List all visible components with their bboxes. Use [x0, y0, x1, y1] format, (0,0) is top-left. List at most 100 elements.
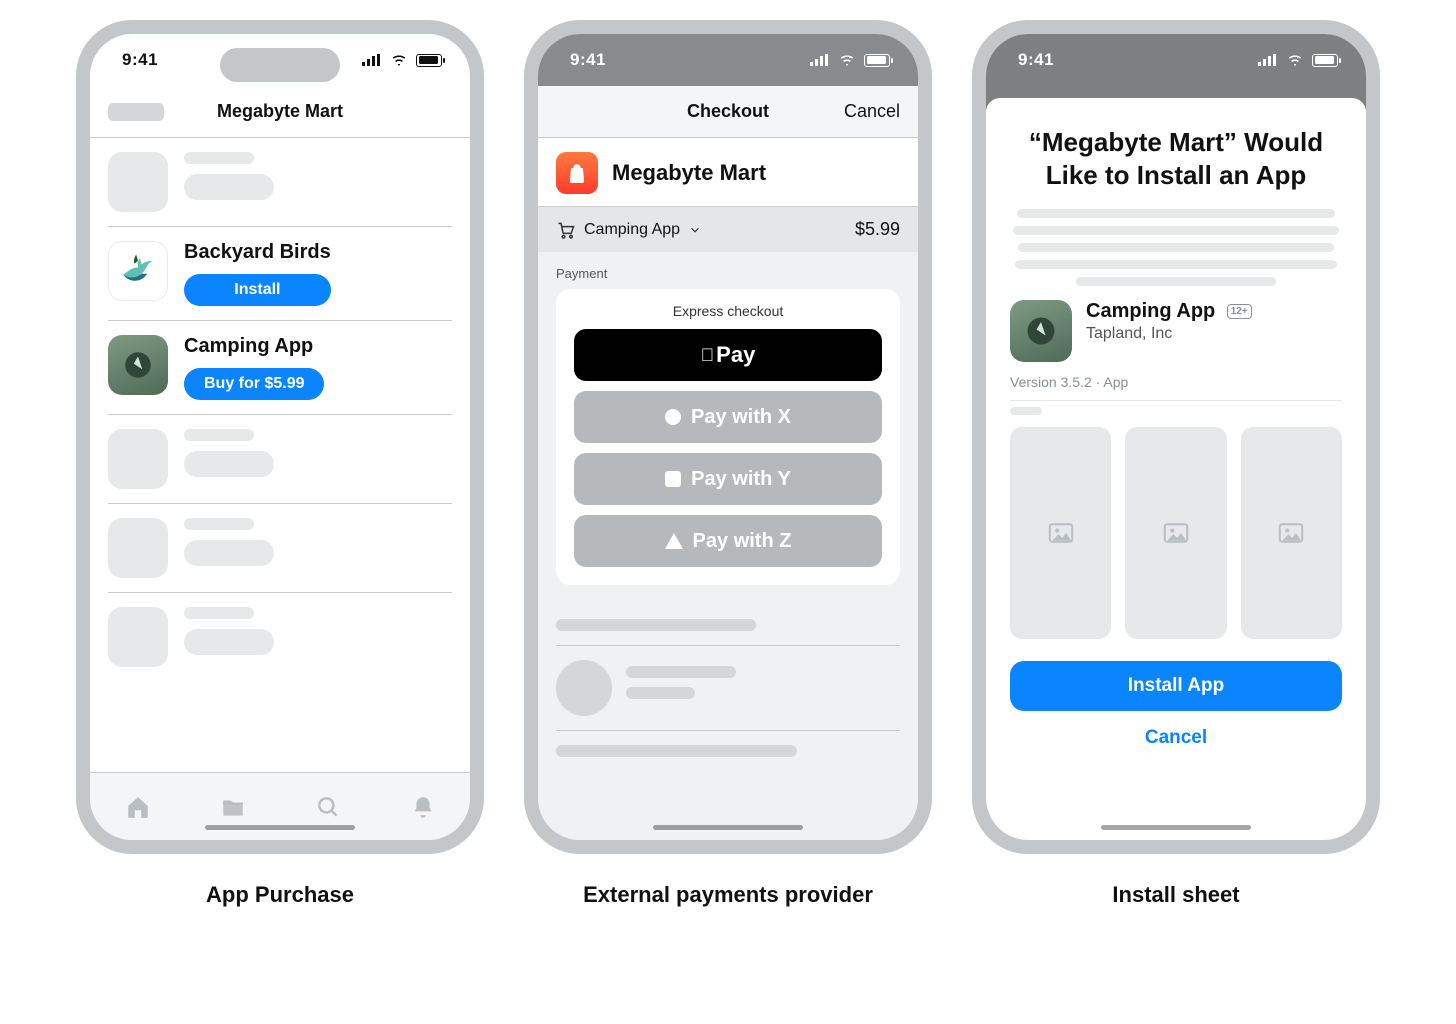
phone-app-purchase: 9:41 Megabyte Mart [76, 20, 484, 908]
install-button[interactable]: Install [184, 274, 331, 306]
text-placeholder [184, 429, 254, 441]
merchant-logo [556, 152, 598, 194]
list-item[interactable] [108, 138, 452, 226]
caption: App Purchase [206, 882, 354, 908]
cancel-button[interactable]: Cancel [844, 101, 900, 122]
description-placeholder [1010, 209, 1342, 286]
device-frame: 9:41 Megabyte Mart [76, 20, 484, 854]
list-item[interactable] [108, 504, 452, 592]
cart-item-name: Camping App [584, 221, 680, 239]
phone-install-sheet: 9:41 “Megabyte Mart” Would Like to Insta… [972, 20, 1380, 908]
home-indicator[interactable] [205, 825, 355, 830]
checkout-body: Megabyte Mart Camping App $5.99 Payment … [538, 138, 918, 840]
apple-pay-label: Pay [716, 342, 755, 368]
apple-pay-button[interactable]: Pay [574, 329, 882, 381]
text-placeholder [184, 518, 254, 530]
phone-external-payments: 9:41 Checkout Cancel [524, 20, 932, 908]
cancel-button[interactable]: Cancel [1010, 727, 1342, 749]
status-indicators [810, 54, 890, 67]
app-list[interactable]: Backyard Birds Install [90, 138, 470, 681]
compass-icon [121, 348, 155, 382]
status-indicators [362, 54, 442, 67]
screenshot-placeholder [1241, 427, 1342, 639]
status-bar: 9:41 [986, 34, 1366, 86]
app-icon-camping [1010, 300, 1072, 362]
install-app-button[interactable]: Install App [1010, 661, 1342, 711]
cart-icon [556, 220, 576, 240]
nav-bar: Megabyte Mart [90, 86, 470, 138]
buy-button[interactable]: Buy for $5.99 [184, 368, 324, 400]
status-indicators [1258, 54, 1338, 67]
app-icon-placeholder [108, 429, 168, 489]
battery-icon [1312, 54, 1338, 67]
express-checkout-label: Express checkout [574, 303, 882, 319]
install-sheet: “Megabyte Mart” Would Like to Install an… [986, 98, 1366, 840]
image-icon [1161, 518, 1191, 548]
home-indicator[interactable] [1101, 825, 1251, 830]
list-item-camping-app[interactable]: Camping App Buy for $5.99 [108, 321, 452, 414]
screenshot-placeholder [1125, 427, 1226, 639]
tab-notifications[interactable] [409, 794, 437, 820]
app-meta: Version 3.5.2 · App [1010, 374, 1342, 390]
status-bar: 9:41 [538, 34, 918, 86]
screenshot-carousel[interactable] [1010, 427, 1342, 639]
chevron-down-icon[interactable] [688, 223, 702, 237]
payment-label: Payment [556, 266, 900, 281]
pay-option-x[interactable]: Pay with X [574, 391, 882, 443]
battery-icon [864, 54, 890, 67]
store-title: Megabyte Mart [108, 101, 452, 122]
checkout-title: Checkout [687, 101, 769, 122]
pay-option-label: Pay with Y [691, 468, 791, 491]
image-icon [1276, 518, 1306, 548]
text-placeholder [556, 619, 756, 631]
app-name: Backyard Birds [184, 241, 331, 264]
pay-option-y[interactable]: Pay with Y [574, 453, 882, 505]
cellular-icon [1258, 54, 1278, 66]
provider-z-icon [665, 533, 683, 549]
wifi-icon [1286, 54, 1304, 66]
avatar-placeholder [556, 660, 612, 716]
text-placeholder [556, 745, 797, 757]
tab-home[interactable] [124, 794, 152, 820]
list-item[interactable] [108, 593, 452, 681]
status-time: 9:41 [570, 50, 606, 70]
shopping-bag-icon [565, 161, 589, 185]
app-icon-placeholder [108, 152, 168, 212]
developer-name: Tapland, Inc [1086, 325, 1252, 343]
pay-option-label: Pay with X [691, 406, 791, 429]
text-placeholder [1010, 407, 1042, 415]
cart-row[interactable]: Camping App $5.99 [538, 207, 918, 252]
cellular-icon [362, 54, 382, 66]
provider-x-icon [665, 409, 681, 425]
app-icon-placeholder [108, 607, 168, 667]
app-icon-placeholder [108, 518, 168, 578]
tab-search[interactable] [314, 794, 342, 820]
divider [556, 730, 900, 731]
install-prompt-title: “Megabyte Mart” Would Like to Install an… [1010, 126, 1342, 191]
list-item[interactable] [108, 415, 452, 503]
tab-library[interactable] [219, 794, 247, 820]
provider-y-icon [665, 471, 681, 487]
screenshot-placeholder [1010, 427, 1111, 639]
apple-logo-icon:  [701, 346, 715, 364]
button-placeholder [184, 629, 274, 655]
caption: Install sheet [1112, 882, 1239, 908]
status-bar: 9:41 [90, 34, 470, 86]
divider [556, 645, 900, 646]
text-placeholder [184, 152, 254, 164]
payment-card: Express checkout Pay Pay with X Pay wit… [556, 289, 900, 585]
app-icon-bird [108, 241, 168, 301]
button-placeholder [184, 451, 274, 477]
text-placeholder [184, 607, 254, 619]
list-item-backyard-birds[interactable]: Backyard Birds Install [108, 227, 452, 320]
cellular-icon [810, 54, 830, 66]
text-placeholder [626, 666, 736, 678]
home-indicator[interactable] [653, 825, 803, 830]
cart-price: $5.99 [855, 219, 900, 240]
button-placeholder [184, 540, 274, 566]
wifi-icon [838, 54, 856, 66]
button-placeholder [184, 174, 274, 200]
merchant-name: Megabyte Mart [612, 160, 766, 186]
app-icon-camping [108, 335, 168, 395]
pay-option-z[interactable]: Pay with Z [574, 515, 882, 567]
